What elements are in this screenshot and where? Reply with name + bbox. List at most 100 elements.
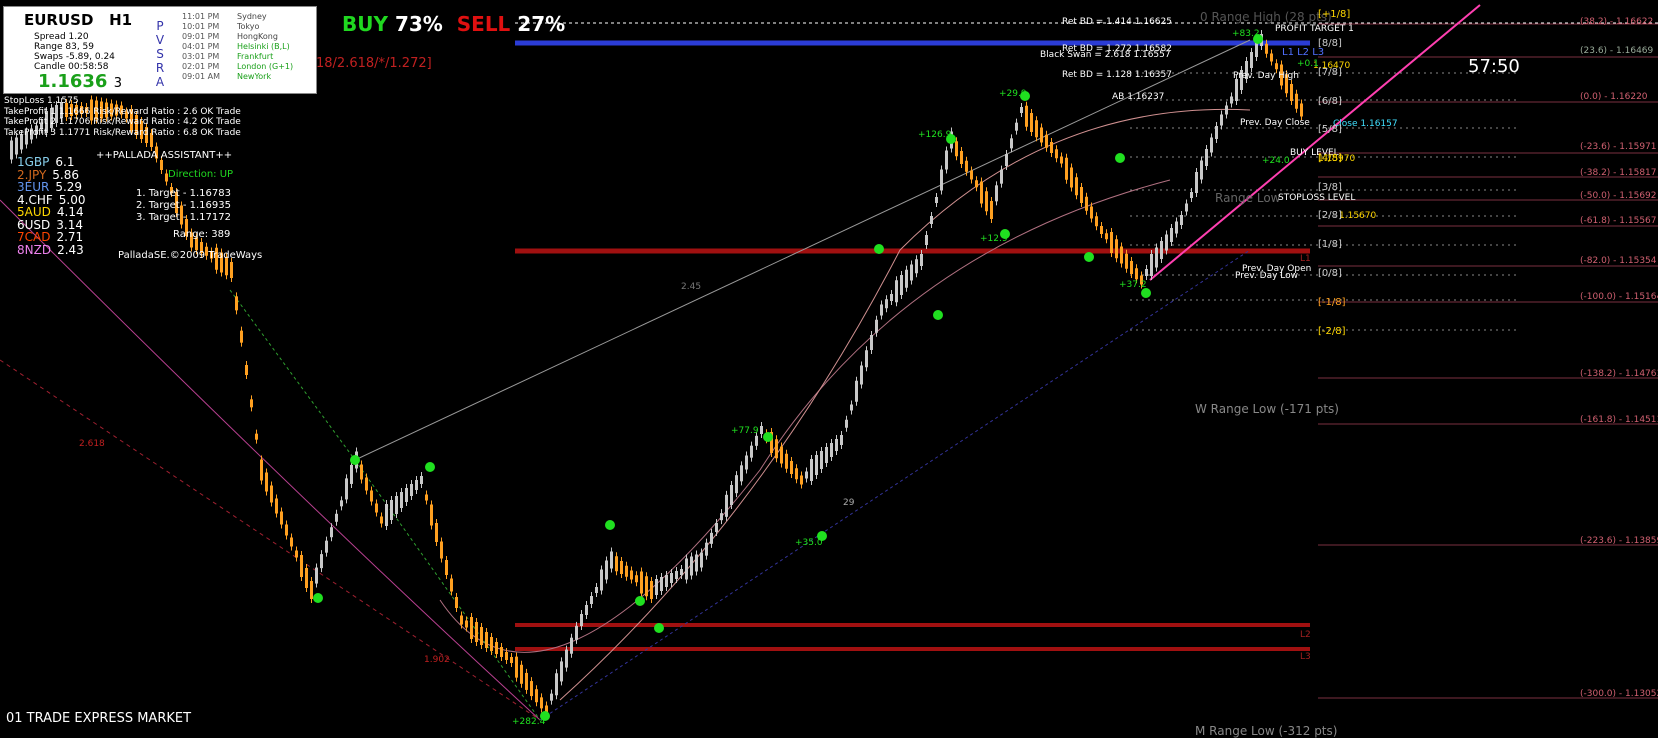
credit-text: PalladaSE.©2009 TradeWays — [118, 250, 263, 261]
fib-m50: (-50.0) - 1.15692 — [1580, 191, 1657, 201]
swing-label-77: +77.9 — [731, 426, 759, 436]
session-row: 02:01 PM London (G+1) — [182, 62, 293, 72]
price-chart[interactable] — [0, 0, 1658, 737]
profit-target: PROFIT TARGET 1 — [1275, 24, 1354, 34]
level-115670: 1.15670 — [1339, 211, 1377, 221]
session-time: 09:01 AM — [182, 72, 220, 81]
fib-m618: (-61.8) - 1.15567 — [1580, 216, 1657, 226]
octave-7: [7/8] — [1318, 67, 1342, 78]
session-city: Sydney — [237, 12, 267, 21]
takeprofit-2: TakeProfit 2 1.1706 Risk/Reward Ratio : … — [4, 117, 241, 127]
prev-day-high: Prev. Day High — [1233, 71, 1299, 81]
swing-label-12: +12.9 — [980, 234, 1008, 244]
target-3: 3. Target - 1.17172 — [136, 212, 231, 223]
currency-strength: 1GBP 6.1 2.JPY 5.86 3EUR 5.29 4.CHF 5.00 5AUD 4.1… — [17, 156, 85, 256]
session-city: Tokyo — [237, 22, 260, 31]
fib-0: (0.0) - 1.16220 — [1580, 92, 1648, 102]
close-price: Close 1.16157 — [1333, 119, 1398, 129]
octave-minus2: [-2/8] — [1318, 326, 1346, 337]
octave-5: [5/8] — [1318, 124, 1342, 135]
fib-ratio-text: 18/2.618/*/1.272] — [316, 56, 432, 71]
swing-point-marker — [654, 623, 664, 633]
swing-point-marker — [933, 310, 943, 320]
octave-8: [8/8] — [1318, 38, 1342, 49]
swing-label-282: +282.4 — [512, 717, 546, 727]
octave-3: [3/8] — [1318, 182, 1342, 193]
session-city: HongKong — [237, 32, 278, 41]
ret-bd-1128: Ret BD = 1.128 1.16357 — [1062, 70, 1172, 80]
session-row: 09:01 AM NewYork — [182, 72, 293, 82]
swing-point-marker — [313, 593, 323, 603]
currency-value: 4.14 — [56, 205, 84, 219]
green-dotted-trend — [354, 459, 541, 721]
session-time: 03:01 PM — [182, 52, 220, 61]
fib-m2236: (-223.6) - 1.13859 — [1580, 536, 1658, 546]
session-city: London (G+1) — [237, 62, 294, 71]
swing-point-marker — [605, 520, 615, 530]
session-city: Helsinki (B,L) — [237, 42, 290, 51]
prev-day-low: Prev. Day Low — [1235, 271, 1299, 281]
swing-markers — [313, 34, 1263, 721]
session-time: 10:01 PM — [182, 22, 220, 31]
octave-1: [1/8] — [1318, 239, 1342, 250]
swing-label-37: +37.2 — [1119, 280, 1147, 290]
swing-label-83: +83.2 — [1232, 29, 1260, 39]
octave-minus1: [-1/8] — [1318, 297, 1346, 308]
assistant-title: ++PALLADA ASSISTANT++ — [96, 150, 233, 161]
trade-assistant: StopLoss 1.1575 TakeProfit 1 1.1666 Risk… — [4, 96, 241, 138]
swing-label-29: +29.9 — [999, 89, 1027, 99]
fib-m82: (-82.0) - 1.15354 — [1580, 256, 1657, 266]
symbol-title: EURUSD H1 — [24, 11, 133, 29]
fib-382: (38.2) - 1.16622 — [1580, 17, 1654, 27]
ab-level: AB 1.16237 — [1112, 92, 1165, 102]
swaps-value: Swaps -5.89, 0.24 — [34, 52, 115, 62]
ratio-1902: 1.902 — [424, 655, 450, 665]
current-price: 1.1636 3 — [38, 71, 123, 92]
direction-label: Direction: UP — [168, 169, 234, 180]
session-row: 09:01 PM HongKong — [182, 32, 293, 42]
bar-countdown: 57:50 — [1468, 56, 1520, 77]
target-1: 1. Target - 1.16783 — [136, 188, 231, 199]
takeprofit-3: TakeProfit 3 1.1771 Risk/Reward Ratio : … — [4, 127, 241, 138]
swing-point-marker — [763, 432, 773, 442]
dotted-curve — [0, 359, 541, 721]
l2-label: L2 — [1300, 630, 1311, 640]
ratio-2618: 2.618 — [79, 439, 105, 449]
fib-m236: (-23.6) - 1.15971 — [1580, 142, 1657, 152]
octave-6: [6/8] — [1318, 96, 1342, 107]
currency-row: 8NZD 2.43 — [17, 243, 85, 257]
l3-label: L3 — [1300, 652, 1311, 662]
session-row: 04:01 PM Helsinki (B,L) — [182, 42, 293, 52]
stoploss-level: STOPLOSS LEVEL — [1278, 193, 1356, 203]
swing-point-marker — [1115, 153, 1125, 163]
swing-label-35: +35.0 — [795, 538, 823, 548]
swing-point-marker — [635, 596, 645, 606]
session-time: 04:01 PM — [182, 42, 220, 51]
magenta-curve — [0, 199, 541, 721]
session-row: 11:01 PM Sydney — [182, 12, 293, 22]
session-row: 03:01 PM Frankfurt — [182, 52, 293, 62]
currency-value: 5.29 — [55, 180, 83, 194]
session-time: 02:01 PM — [182, 62, 220, 71]
fib-m382: (-38.2) - 1.15817 — [1580, 168, 1657, 178]
swing-point-marker — [874, 244, 884, 254]
pvsra-label: PVSRA — [155, 19, 165, 89]
target-2: 2. Target - 1.16935 — [136, 200, 231, 211]
fib-236: (23.6) - 1.16469 — [1580, 46, 1654, 56]
ratio-245: 2.45 — [681, 282, 702, 292]
black-swan-level: Black Swan = 2.618 1.16557 — [1040, 50, 1171, 60]
swing-point-marker — [425, 462, 435, 472]
m-range-low: M Range Low (-312 pts) — [1195, 724, 1338, 738]
octave-plus1: [+1/8] — [1318, 9, 1351, 20]
session-row: 10:01 PM Tokyo — [182, 22, 293, 32]
session-city: Frankfurt — [237, 52, 274, 61]
green-dotted-trend-2 — [229, 289, 356, 461]
fib-m1382: (-138.2) - 1.14761 — [1580, 369, 1658, 379]
fib-m100: (-100.0) - 1.15164 — [1580, 292, 1658, 302]
octave-2: [2/8] — [1318, 210, 1342, 221]
range-label: Range: 389 — [173, 229, 231, 240]
range-value: Range 83, 59 — [34, 42, 95, 52]
ratio-29: 29 — [843, 498, 855, 508]
sentiment-indicator: BUY 73% SELL 27% — [342, 12, 566, 36]
ret-bd-1414: Ret BD = 1.414 1.16625 — [1062, 17, 1172, 27]
